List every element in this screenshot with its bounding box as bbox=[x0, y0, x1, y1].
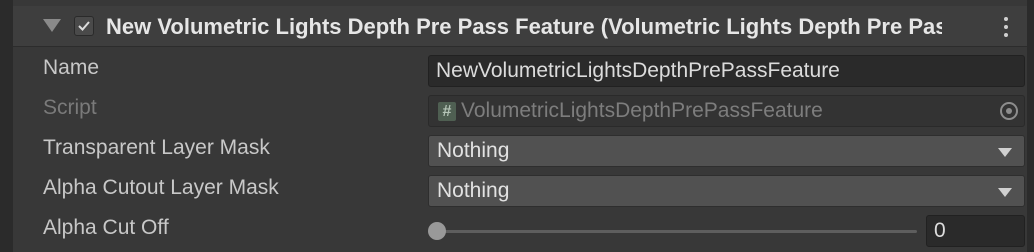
alpha-cut-off-value: 0 bbox=[934, 219, 946, 242]
name-row: Name NewVolumetricLightsDepthPrePassFeat… bbox=[0, 48, 1034, 88]
script-object-field[interactable]: # VolumetricLightsDepthPrePassFeature bbox=[428, 95, 1025, 127]
script-icon: # bbox=[438, 102, 456, 121]
transparent-layer-mask-value: Nothing bbox=[437, 139, 510, 162]
name-field[interactable]: NewVolumetricLightsDepthPrePassFeature bbox=[428, 55, 1025, 87]
alpha-cut-off-label: Alpha Cut Off bbox=[43, 216, 169, 239]
inspector-panel: New Volumetric Lights Depth Pre Pass Fea… bbox=[0, 0, 1034, 252]
checkmark-icon bbox=[78, 21, 90, 31]
transparent-layer-mask-row: Transparent Layer Mask Nothing bbox=[0, 128, 1034, 168]
script-row: Script # VolumetricLightsDepthPrePassFea… bbox=[0, 88, 1034, 128]
alpha-cut-off-slider-thumb[interactable] bbox=[428, 222, 446, 240]
name-label: Name bbox=[43, 56, 100, 79]
alpha-cutout-layer-mask-dropdown[interactable]: Nothing bbox=[428, 175, 1025, 207]
kebab-menu-icon[interactable] bbox=[999, 15, 1013, 39]
dropdown-arrow-icon bbox=[998, 148, 1012, 157]
transparent-layer-mask-label: Transparent Layer Mask bbox=[43, 136, 270, 159]
object-picker-icon[interactable] bbox=[1000, 102, 1018, 120]
alpha-cutout-layer-mask-row: Alpha Cutout Layer Mask Nothing bbox=[0, 168, 1034, 208]
feature-title: New Volumetric Lights Depth Pre Pass Fea… bbox=[106, 14, 942, 39]
alpha-cut-off-row: Alpha Cut Off 0 bbox=[0, 208, 1034, 248]
alpha-cut-off-number-field[interactable]: 0 bbox=[926, 215, 1025, 247]
alpha-cutout-layer-mask-value: Nothing bbox=[437, 179, 510, 202]
feature-header[interactable]: New Volumetric Lights Depth Pre Pass Fea… bbox=[13, 6, 1027, 47]
script-value: VolumetricLightsDepthPrePassFeature bbox=[461, 99, 823, 122]
transparent-layer-mask-dropdown[interactable]: Nothing bbox=[428, 135, 1025, 167]
alpha-cutout-layer-mask-label: Alpha Cutout Layer Mask bbox=[43, 176, 279, 199]
enabled-checkbox[interactable] bbox=[74, 16, 94, 36]
alpha-cut-off-slider-track[interactable] bbox=[435, 230, 917, 233]
script-label: Script bbox=[43, 96, 97, 119]
foldout-triangle-icon[interactable] bbox=[43, 19, 61, 32]
dropdown-arrow-icon bbox=[998, 188, 1012, 197]
name-value: NewVolumetricLightsDepthPrePassFeature bbox=[436, 59, 840, 82]
